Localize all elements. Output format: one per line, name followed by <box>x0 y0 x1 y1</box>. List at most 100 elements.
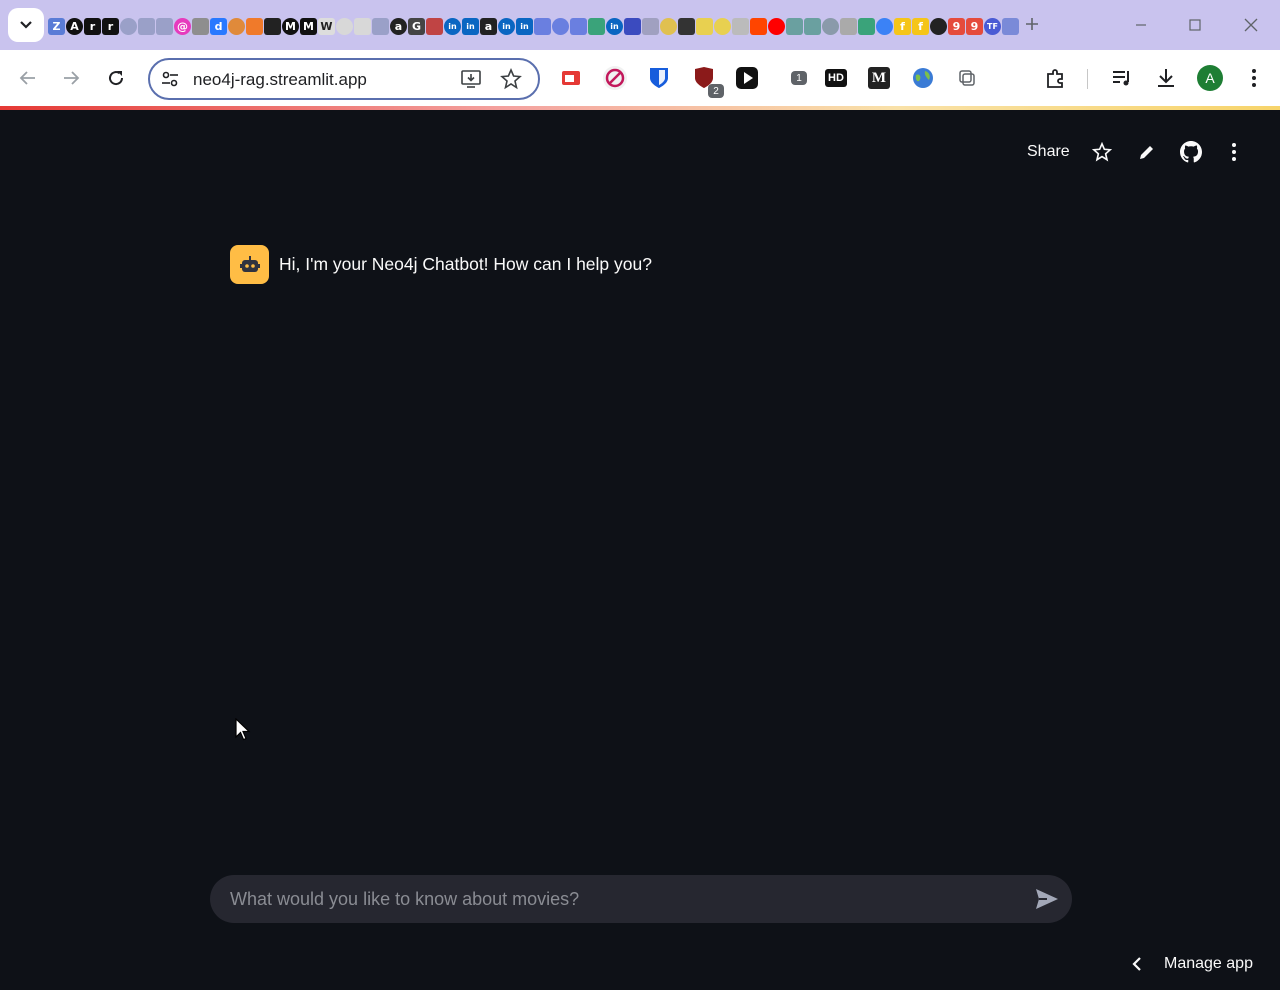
tab-search-button[interactable] <box>8 8 44 42</box>
tab-icon-45[interactable] <box>840 17 857 35</box>
tab-icon-35[interactable] <box>660 17 677 35</box>
tab-icon-19[interactable] <box>372 17 389 35</box>
tab-icon-12[interactable] <box>246 17 263 35</box>
extension-globe-icon[interactable] <box>909 64 937 92</box>
profile-avatar[interactable]: A <box>1197 65 1223 91</box>
medium-icon[interactable]: M <box>282 17 299 35</box>
extension-copy-icon[interactable] <box>953 64 981 92</box>
flipkart-icon[interactable]: f <box>894 17 911 35</box>
chat-input[interactable] <box>230 875 1020 923</box>
tab-icon-11[interactable] <box>228 17 245 35</box>
tab-icon-7[interactable] <box>156 17 173 35</box>
tab-icon-34[interactable] <box>642 17 659 35</box>
maximize-button[interactable] <box>1172 10 1218 40</box>
reddit-icon[interactable] <box>750 17 767 35</box>
tab-icon-46[interactable] <box>858 17 875 35</box>
r-icon[interactable]: r <box>84 17 101 35</box>
tab-icon-10[interactable]: d <box>210 17 227 35</box>
extension-badge: 2 <box>708 84 724 98</box>
manage-app-button[interactable]: Manage app <box>1128 955 1253 973</box>
tab-icon-22[interactable] <box>426 17 443 35</box>
minimize-button[interactable] <box>1118 10 1164 40</box>
tab-icon-36[interactable] <box>678 17 695 35</box>
close-window-button[interactable] <box>1228 10 1274 40</box>
tab-icon-37[interactable] <box>696 17 713 35</box>
chat-message-assistant: Hi, I'm your Neo4j Chatbot! How can I he… <box>230 245 652 284</box>
wikipedia-icon[interactable]: W <box>318 17 335 35</box>
browser-toolbar: neo4j-rag.streamlit.app 2 1 HD M A <box>0 50 1280 106</box>
maximize-icon <box>1189 19 1201 31</box>
extension-play-icon[interactable] <box>733 64 761 92</box>
chevron-left-icon <box>1132 957 1141 971</box>
tab-icon-29[interactable] <box>552 17 569 35</box>
reload-button[interactable] <box>100 62 132 94</box>
amazon2-icon[interactable]: a <box>480 17 497 35</box>
tab-icon-6[interactable] <box>138 17 155 35</box>
youtube-icon[interactable] <box>768 17 785 35</box>
tab-icon-43[interactable] <box>804 17 821 35</box>
extension-bitwarden-icon[interactable] <box>645 64 673 92</box>
plus-icon <box>1026 18 1038 30</box>
extension-badge: 1 <box>791 71 807 85</box>
tab-icon-47[interactable] <box>876 17 893 35</box>
chat-message-text: Hi, I'm your Neo4j Chatbot! How can I he… <box>279 254 652 274</box>
send-icon[interactable] <box>1034 887 1060 911</box>
extension-cast-icon[interactable] <box>557 64 585 92</box>
tab-icon-50[interactable] <box>930 17 947 35</box>
list-icon[interactable] <box>624 17 641 35</box>
address-bar[interactable]: neo4j-rag.streamlit.app <box>148 58 540 100</box>
tab-icon-28[interactable] <box>534 17 551 35</box>
tab-icon-9[interactable] <box>192 17 209 35</box>
extension-hd-icon[interactable]: HD <box>822 64 850 92</box>
media-control-icon[interactable] <box>1108 64 1136 92</box>
extension-shield-icon[interactable]: 2 <box>690 64 724 98</box>
extension-block-icon[interactable] <box>601 64 629 92</box>
tab-icon-38[interactable] <box>714 17 731 35</box>
reload-icon <box>109 71 124 86</box>
medium2-icon[interactable]: M <box>300 17 317 35</box>
tab-icon-8[interactable]: @ <box>174 17 191 35</box>
manage-app-label: Manage app <box>1164 955 1253 972</box>
zotero-icon[interactable]: Z <box>48 17 65 35</box>
forward-button[interactable] <box>55 62 87 94</box>
new-tab-button[interactable] <box>1018 10 1046 38</box>
a-icon[interactable]: A <box>66 17 83 35</box>
extension-medium-icon[interactable]: M <box>865 64 893 92</box>
github-icon[interactable] <box>1179 140 1203 164</box>
tab-icon-52[interactable]: 9 <box>966 17 983 35</box>
tab-icon-39[interactable] <box>732 17 749 35</box>
linkedin-icon[interactable]: in <box>444 17 461 35</box>
linkedin5-icon[interactable]: in <box>606 17 623 35</box>
install-app-icon[interactable] <box>460 68 482 90</box>
share-button[interactable]: Share <box>1027 143 1070 161</box>
linkedin2-icon[interactable]: in <box>462 17 479 35</box>
tab-icon-51[interactable]: 9 <box>948 17 965 35</box>
pinned-tabs: Z Ar r @ d M M Wa Gin in a in in in f f 9 9 TF <box>48 15 1019 37</box>
tab-icon-17[interactable] <box>336 17 353 35</box>
tab-icon-30[interactable] <box>570 17 587 35</box>
browser-menu-icon[interactable] <box>1240 64 1268 92</box>
extensions-puzzle-icon[interactable] <box>1042 64 1070 92</box>
tab-icon-53[interactable]: TF <box>984 17 1001 35</box>
edit-pencil-icon[interactable] <box>1135 140 1159 164</box>
site-settings-icon[interactable] <box>160 69 180 89</box>
linkedin4-icon[interactable]: in <box>516 17 533 35</box>
download-icon[interactable] <box>1152 64 1180 92</box>
extension-counter-icon[interactable]: 1 <box>785 64 813 92</box>
tab-icon-5[interactable] <box>120 17 137 35</box>
r2-icon[interactable]: r <box>102 17 119 35</box>
linkedin3-icon[interactable]: in <box>498 17 515 35</box>
tab-icon-31[interactable] <box>588 17 605 35</box>
tab-icon-54[interactable] <box>1002 17 1019 35</box>
openai-icon[interactable] <box>264 17 281 35</box>
app-menu-icon[interactable] <box>1222 140 1246 164</box>
google-icon[interactable]: G <box>408 17 425 35</box>
bookmark-star-icon[interactable] <box>500 68 522 90</box>
amazon-icon[interactable]: a <box>390 17 407 35</box>
tab-icon-44[interactable] <box>822 17 839 35</box>
tab-icon-42[interactable] <box>786 17 803 35</box>
flipkart2-icon[interactable]: f <box>912 17 929 35</box>
back-button[interactable] <box>12 62 44 94</box>
tab-icon-18[interactable] <box>354 17 371 35</box>
star-icon[interactable] <box>1090 140 1114 164</box>
